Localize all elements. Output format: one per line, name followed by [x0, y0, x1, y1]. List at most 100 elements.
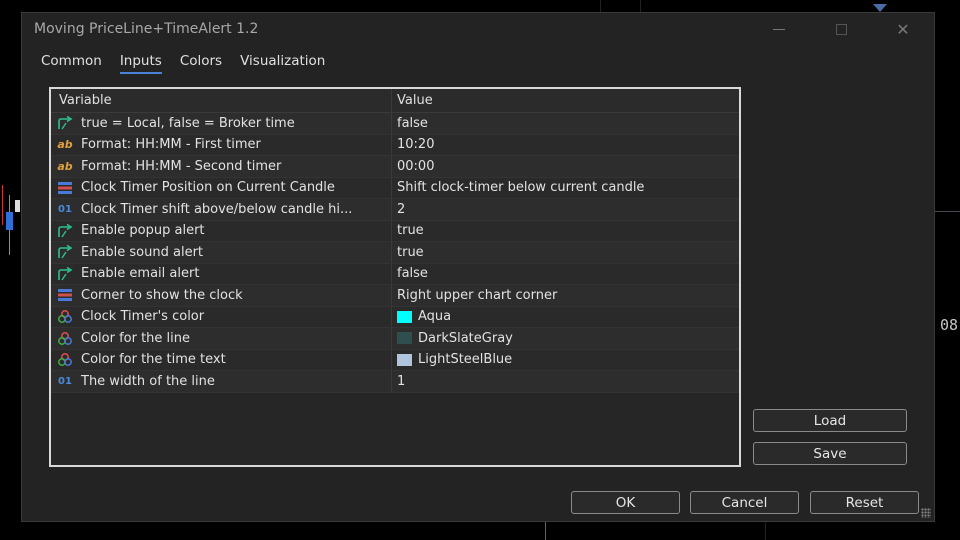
- variable-name: Clock Timer's color: [81, 309, 205, 325]
- variable-name: true = Local, false = Broker time: [81, 115, 295, 131]
- table-row[interactable]: 01 Clock Timer shift above/below candle h…: [51, 199, 739, 221]
- minimize-icon: [773, 28, 785, 30]
- table-row[interactable]: Enable popup alert true: [51, 220, 739, 242]
- maximize-icon: [835, 23, 847, 35]
- chart-candle-wick: [2, 185, 3, 225]
- chart-marker-line: [545, 522, 546, 540]
- value-cell[interactable]: Shift clock-timer below current candle: [392, 178, 739, 199]
- table-row[interactable]: Enable sound alert true: [51, 242, 739, 264]
- bool-arrow-icon: [55, 266, 75, 281]
- close-button[interactable]: ✕: [872, 13, 934, 45]
- grid-rows: true = Local, false = Broker time false ab…: [51, 113, 739, 393]
- color-swatch: [397, 353, 412, 366]
- table-row[interactable]: Enable email alert false: [51, 263, 739, 285]
- column-header-variable[interactable]: Variable: [51, 89, 392, 112]
- chart-axis-value: 08: [939, 316, 958, 334]
- value-text: 10:20: [397, 137, 435, 153]
- value-cell[interactable]: DarkSlateGray: [392, 328, 739, 349]
- maximize-button[interactable]: [810, 13, 872, 45]
- variable-name: Color for the time text: [81, 352, 226, 368]
- value-text: true: [397, 244, 424, 260]
- table-row[interactable]: Clock Timer's color Aqua: [51, 306, 739, 328]
- value-text: 00:00: [397, 158, 435, 174]
- value-text: 2: [397, 201, 406, 217]
- value-cell[interactable]: 00:00: [392, 156, 739, 177]
- value-cell[interactable]: Aqua: [392, 307, 739, 328]
- variable-cell: Clock Timer Position on Current Candle: [51, 177, 392, 198]
- variable-name: Format: HH:MM - First timer: [81, 137, 261, 153]
- chart-grid-line: [640, 0, 641, 12]
- table-row[interactable]: Color for the time text LightSteelBlue: [51, 349, 739, 371]
- variable-cell: true = Local, false = Broker time: [51, 113, 392, 134]
- chart-price-line: [935, 211, 960, 212]
- color-swatch: [397, 332, 412, 345]
- chart-grid-line: [600, 0, 601, 12]
- variable-name: Format: HH:MM - Second timer: [81, 158, 282, 174]
- color-circles-icon: [55, 331, 75, 345]
- variable-name: The width of the line: [81, 373, 215, 389]
- value-cell[interactable]: 1: [392, 371, 739, 392]
- reset-button[interactable]: Reset: [810, 491, 919, 514]
- variable-name: Enable email alert: [81, 266, 200, 282]
- ok-button[interactable]: OK: [571, 491, 680, 514]
- bool-arrow-icon: [55, 116, 75, 130]
- value-text: Shift clock-timer below current candle: [397, 180, 645, 196]
- bool-arrow-icon: [55, 223, 75, 238]
- properties-dialog: Moving PriceLine+TimeAlert 1.2 ✕ Common …: [21, 12, 935, 522]
- column-header-value[interactable]: Value: [392, 89, 739, 112]
- cancel-button[interactable]: Cancel: [690, 491, 799, 514]
- chart-candle-body: [15, 200, 20, 212]
- value-text: DarkSlateGray: [418, 330, 513, 346]
- load-button[interactable]: Load: [753, 409, 907, 432]
- color-circles-icon: [55, 353, 75, 367]
- value-text: Right upper chart corner: [397, 287, 558, 303]
- value-cell[interactable]: Right upper chart corner: [392, 285, 739, 306]
- enum-list-icon: [55, 289, 75, 302]
- value-cell[interactable]: false: [392, 113, 739, 134]
- value-cell[interactable]: 10:20: [392, 135, 739, 156]
- tab-common[interactable]: Common: [41, 53, 102, 74]
- variable-cell: Corner to show the clock: [51, 285, 392, 306]
- value-text: 1: [397, 373, 406, 389]
- variable-cell: Enable sound alert: [51, 242, 392, 263]
- variable-cell: Enable popup alert: [51, 220, 392, 241]
- variable-cell: Clock Timer's color: [51, 306, 392, 327]
- save-button[interactable]: Save: [753, 442, 907, 465]
- resize-grip-icon[interactable]: [921, 508, 931, 518]
- value-cell[interactable]: true: [392, 242, 739, 263]
- enum-list-icon: [55, 181, 75, 194]
- inputs-grid: Variable Value true = Local, false = Bro…: [49, 87, 741, 467]
- integer-01-icon: 01: [58, 203, 72, 215]
- color-circles-icon: [55, 310, 75, 324]
- tab-inputs[interactable]: Inputs: [119, 53, 162, 74]
- variable-name: Enable sound alert: [81, 244, 204, 260]
- window-title: Moving PriceLine+TimeAlert 1.2: [34, 21, 259, 37]
- table-row[interactable]: true = Local, false = Broker time false: [51, 113, 739, 135]
- variable-name: Enable popup alert: [81, 223, 205, 239]
- tab-visualization[interactable]: Visualization: [240, 53, 325, 74]
- table-row[interactable]: ab Format: HH:MM - First timer 10:20: [51, 134, 739, 156]
- table-row[interactable]: Clock Timer Position on Current Candle Sh…: [51, 177, 739, 199]
- minimize-button[interactable]: [748, 13, 810, 45]
- table-row[interactable]: Color for the line DarkSlateGray: [51, 328, 739, 350]
- chart-grid-line: [765, 522, 766, 540]
- close-icon: ✕: [896, 19, 910, 39]
- chart-marker-triangle-icon: [873, 4, 887, 12]
- value-text: true: [397, 223, 424, 239]
- chart-candle-body: [6, 212, 13, 230]
- value-cell[interactable]: 2: [392, 199, 739, 220]
- tab-colors[interactable]: Colors: [180, 53, 222, 74]
- table-row[interactable]: Corner to show the clock Right upper char…: [51, 285, 739, 307]
- value-cell[interactable]: false: [392, 264, 739, 285]
- bool-arrow-icon: [55, 245, 75, 259]
- variable-cell: Color for the time text: [51, 349, 392, 370]
- value-cell[interactable]: LightSteelBlue: [392, 350, 739, 371]
- table-row[interactable]: ab Format: HH:MM - Second timer 00:00: [51, 156, 739, 178]
- text-ab-icon: ab: [57, 159, 73, 173]
- table-row[interactable]: 01 The width of the line 1: [51, 371, 739, 393]
- value-text: Aqua: [418, 309, 452, 325]
- title-bar[interactable]: Moving PriceLine+TimeAlert 1.2 ✕: [22, 13, 934, 45]
- value-cell[interactable]: true: [392, 221, 739, 242]
- value-text: LightSteelBlue: [418, 352, 513, 368]
- variable-cell: 01 Clock Timer shift above/below candle h…: [51, 199, 392, 220]
